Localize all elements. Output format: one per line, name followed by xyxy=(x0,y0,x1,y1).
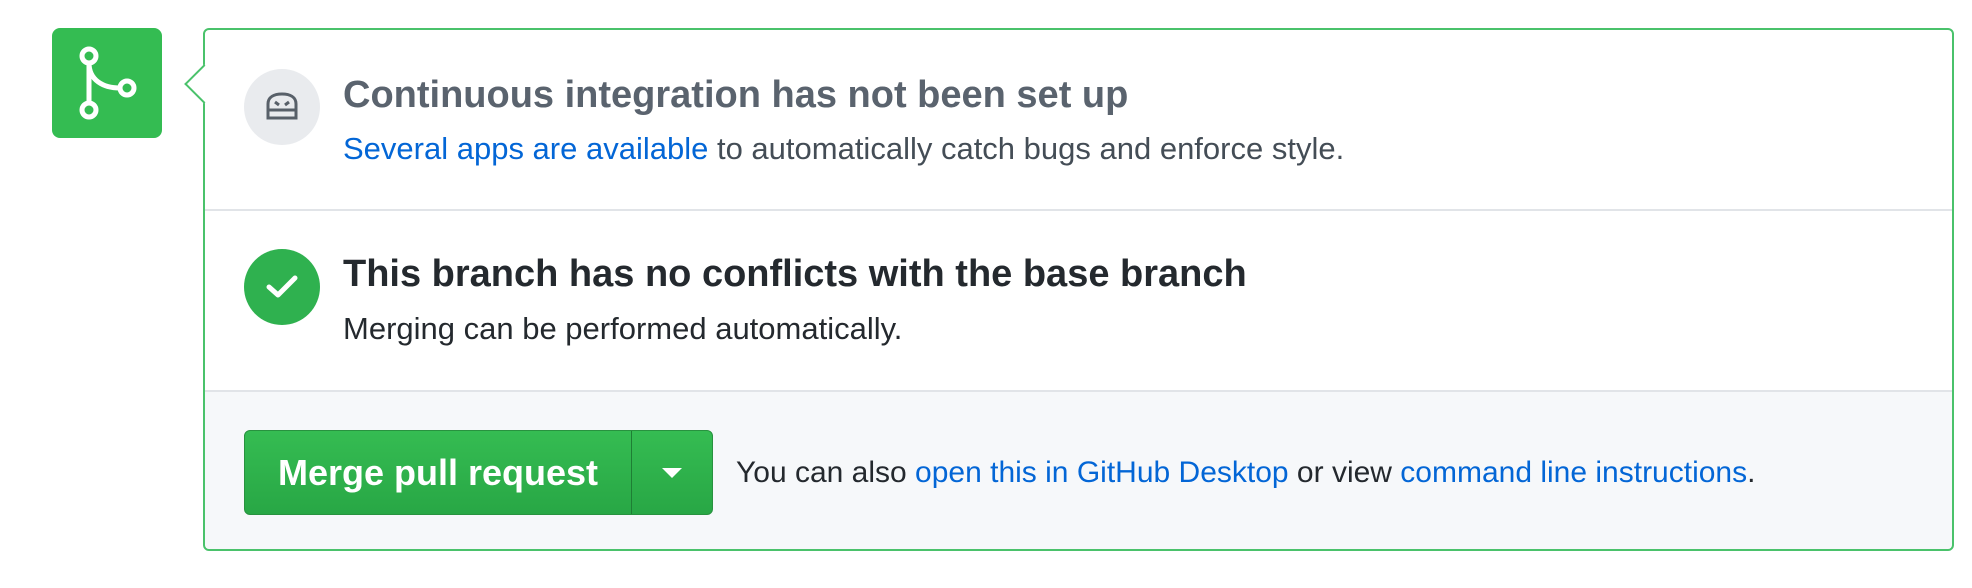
triangle-down-icon xyxy=(662,467,682,478)
apps-available-link[interactable]: Several apps are available xyxy=(343,131,708,166)
check-icon xyxy=(266,275,298,298)
merge-pull-request-button[interactable]: Merge pull request xyxy=(245,431,632,514)
robot-icon xyxy=(266,92,298,120)
conflicts-title: This branch has no conflicts with the ba… xyxy=(343,253,1247,295)
conflicts-section: This branch has no conflicts with the ba… xyxy=(205,211,1952,392)
merge-method-dropdown-button[interactable] xyxy=(632,431,712,514)
ci-description-text: to automatically catch bugs and enforce … xyxy=(708,131,1345,166)
git-merge-icon xyxy=(79,46,137,120)
conflicts-description: Merging can be performed automatically. xyxy=(343,311,903,346)
conflicts-status-circle xyxy=(244,249,320,325)
command-line-instructions-link[interactable]: command line instructions xyxy=(1400,456,1747,489)
merge-panel: Continuous integration has not been set … xyxy=(184,28,1954,551)
note-prefix: You can also xyxy=(736,456,916,489)
merge-button-group: Merge pull request xyxy=(244,430,713,515)
git-merge-icon-box xyxy=(52,28,162,138)
github-desktop-link[interactable]: open this in GitHub Desktop xyxy=(915,456,1289,489)
ci-description: Several apps are available to automatica… xyxy=(343,129,1344,169)
note-middle: or view xyxy=(1288,456,1401,489)
ci-title: Continuous integration has not been set … xyxy=(343,74,1129,116)
merge-section: Merge pull request You can also open thi… xyxy=(205,392,1952,549)
merge-alternatives-note: You can also open this in GitHub Desktop… xyxy=(736,453,1755,493)
note-suffix: . xyxy=(1747,456,1756,489)
ci-section: Continuous integration has not been set … xyxy=(205,30,1952,211)
ci-status-circle xyxy=(244,69,320,145)
